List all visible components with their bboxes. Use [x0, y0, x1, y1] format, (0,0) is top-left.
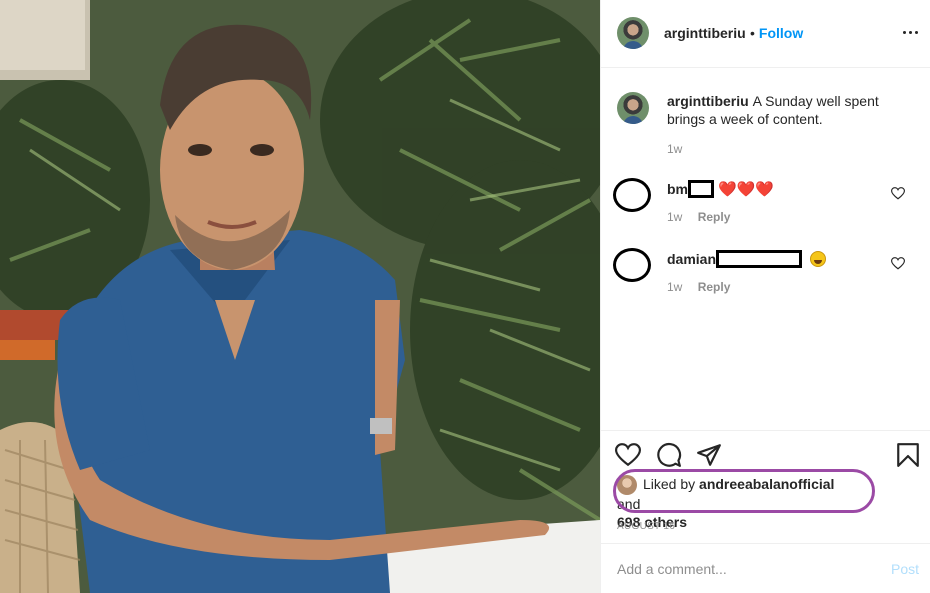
author-avatar[interactable] — [617, 17, 649, 49]
like-comment-icon[interactable] — [891, 187, 905, 200]
liker-avatar[interactable] — [617, 475, 637, 496]
redaction-box — [688, 180, 714, 198]
commenter-username[interactable]: damian — [667, 251, 716, 267]
commenter-avatar[interactable] — [613, 248, 651, 282]
comment-timestamp[interactable]: 1w — [667, 210, 682, 224]
comment-icon[interactable] — [656, 442, 682, 468]
follow-wrap: • Follow — [750, 25, 803, 41]
follow-separator: • — [750, 25, 755, 41]
comment-item: damian 😀 1w Reply — [601, 248, 930, 308]
comment-text: 😀 — [810, 251, 827, 267]
comment-meta: 1w Reply — [667, 210, 730, 224]
caption-timestamp[interactable]: 1w — [667, 142, 682, 156]
post-actions: Liked by andreeabalanofficial and 698 ot… — [601, 430, 930, 593]
bookmark-icon[interactable] — [895, 442, 921, 468]
comment-input[interactable] — [617, 558, 867, 580]
commenter-username[interactable]: bm — [667, 181, 688, 197]
author-username[interactable]: arginttiberiu — [664, 25, 746, 41]
comment-timestamp[interactable]: 1w — [667, 280, 682, 294]
post-date[interactable]: AUGUST 16 — [617, 521, 675, 532]
commenter-avatar[interactable] — [613, 178, 651, 212]
post-photo[interactable] — [0, 0, 600, 593]
like-comment-icon[interactable] — [891, 257, 905, 270]
heart-icon[interactable] — [615, 442, 641, 468]
liker-username[interactable]: andreeabalanofficial — [699, 476, 834, 492]
comment-line: damian 😀 — [667, 250, 827, 268]
reply-button[interactable]: Reply — [698, 280, 731, 294]
comment-line: bm ❤️❤️❤️ — [667, 180, 777, 198]
comment-meta: 1w Reply — [667, 280, 730, 294]
caption-text: arginttiberiu A Sunday well spent brings … — [667, 92, 892, 128]
likes-joiner: and — [617, 496, 641, 513]
redaction-box — [716, 250, 803, 268]
post-header: arginttiberiu • Follow — [601, 0, 930, 68]
share-icon[interactable] — [696, 442, 722, 468]
photo-illustration — [0, 0, 600, 593]
comment-item: bm ❤️❤️❤️ 1w Reply — [601, 178, 930, 238]
reply-button[interactable]: Reply — [698, 210, 731, 224]
likes-prefix: Liked by — [643, 476, 696, 492]
comment-text: ❤️❤️❤️ — [718, 181, 775, 198]
post-panel: arginttiberiu • Follow arginttiberiu A Sun… — [600, 0, 930, 593]
follow-button[interactable]: Follow — [759, 25, 803, 41]
caption-avatar[interactable] — [617, 92, 649, 124]
add-comment-bar: Post — [601, 543, 930, 593]
more-icon[interactable] — [901, 22, 921, 42]
caption-username[interactable]: arginttiberiu — [667, 93, 749, 109]
post-comment-button[interactable]: Post — [891, 561, 919, 577]
